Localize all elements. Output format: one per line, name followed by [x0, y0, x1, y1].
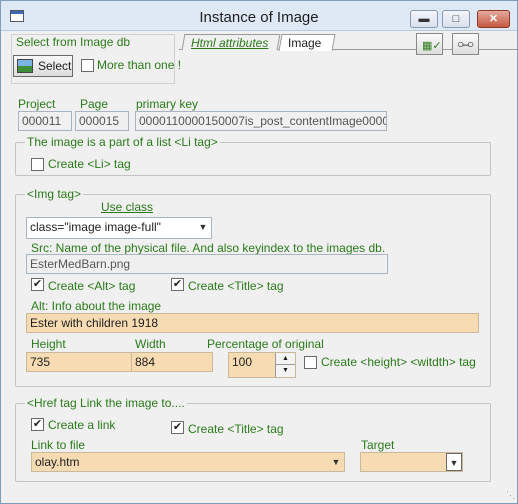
create-alt-label: Create <Alt> tag: [48, 279, 136, 293]
title-bar[interactable]: Instance of Image ▬ □ ✕: [1, 1, 517, 31]
create-link-title-checkbox[interactable]: [171, 421, 184, 434]
close-button[interactable]: ✕: [477, 10, 510, 28]
percentage-stepper[interactable]: 100 ▲ ▼: [228, 352, 296, 378]
glasses-button[interactable]: ○–○: [452, 33, 479, 55]
li-tag-group-title: The image is a part of a list <Li tag>: [25, 135, 220, 149]
target-select[interactable]: ▼: [360, 452, 463, 472]
maximize-icon: □: [452, 13, 460, 25]
link-to-file-select[interactable]: olay.htm ▼: [31, 452, 345, 472]
img-tag-group-title: <Img tag>: [25, 187, 84, 201]
create-height-width-checkbox[interactable]: [304, 356, 317, 369]
more-than-one-checkbox[interactable]: [81, 59, 94, 72]
minimize-icon: ▬: [418, 13, 430, 25]
select-from-db-label: Select from Image db: [16, 35, 131, 49]
spin-up-icon[interactable]: ▲: [275, 353, 295, 365]
link-to-file-value: olay.htm: [35, 455, 80, 469]
select-button[interactable]: Select: [13, 55, 73, 77]
alt-label: Alt: Info about the image: [31, 299, 162, 313]
minimize-button[interactable]: ▬: [410, 10, 438, 28]
create-link-label: Create a link: [48, 418, 116, 432]
create-img-title-checkbox[interactable]: [171, 278, 184, 291]
percentage-value: 100: [232, 355, 253, 369]
create-height-width-label: Create <height> <witdth> tag: [321, 355, 476, 369]
height-field[interactable]: 735: [26, 352, 133, 372]
chevron-down-icon[interactable]: ▼: [195, 218, 211, 238]
checklist-icon: ▦✓: [422, 40, 442, 52]
height-label: Height: [31, 337, 66, 351]
create-alt-checkbox[interactable]: [31, 278, 44, 291]
href-tag-group-title: <Href tag Link the image to....: [25, 396, 187, 410]
width-field[interactable]: 884: [131, 352, 213, 372]
tab-image-label[interactable]: Image: [288, 36, 321, 50]
src-field[interactable]: EsterMedBarn.png: [26, 254, 388, 274]
primary-key-label: primary key: [136, 97, 199, 111]
create-link-checkbox[interactable]: [31, 418, 44, 431]
percentage-label: Percentage of original: [207, 337, 324, 351]
project-label: Project: [18, 97, 56, 111]
class-select-value: class="image image-full": [30, 220, 161, 234]
spin-down-icon[interactable]: ▼: [275, 365, 295, 377]
target-label: Target: [361, 438, 395, 452]
maximize-button[interactable]: □: [442, 10, 470, 28]
link-to-file-label: Link to file: [31, 438, 86, 452]
project-field: 000011: [18, 111, 72, 131]
create-link-title-label: Create <Title> tag: [188, 422, 284, 436]
alt-field[interactable]: Ester with children 1918: [26, 313, 479, 333]
tab-html-attributes-label[interactable]: Html attributes: [191, 36, 268, 50]
page-field: 000015: [75, 111, 129, 131]
src-label: Src: Name of the physical file. And also…: [31, 241, 386, 255]
image-db-icon: [17, 59, 33, 73]
checklist-button[interactable]: ▦✓: [416, 33, 443, 55]
width-label: Width: [135, 337, 166, 351]
page-label: Page: [80, 97, 109, 111]
create-li-checkbox[interactable]: [31, 158, 44, 171]
chevron-down-icon[interactable]: ▼: [328, 453, 344, 471]
create-li-label: Create <Li> tag: [48, 157, 131, 171]
use-class-label: Use class: [101, 200, 154, 214]
instance-of-image-window: Instance of Image ▬ □ ✕ Select from Imag…: [0, 0, 518, 504]
close-icon: ✕: [488, 13, 499, 25]
chevron-down-icon[interactable]: ▼: [446, 453, 462, 471]
window-title: Instance of Image: [199, 9, 319, 26]
primary-key-field: 0000110000150007is_post_contentImage0000…: [135, 111, 387, 131]
create-img-title-label: Create <Title> tag: [188, 279, 284, 293]
select-button-label: Select: [38, 59, 72, 73]
more-than-one-label: More than one !: [97, 58, 182, 72]
class-select[interactable]: class="image image-full" ▼: [26, 217, 212, 239]
resize-grip-icon[interactable]: ⋱: [506, 490, 515, 501]
glasses-icon: ○–○: [457, 37, 474, 51]
